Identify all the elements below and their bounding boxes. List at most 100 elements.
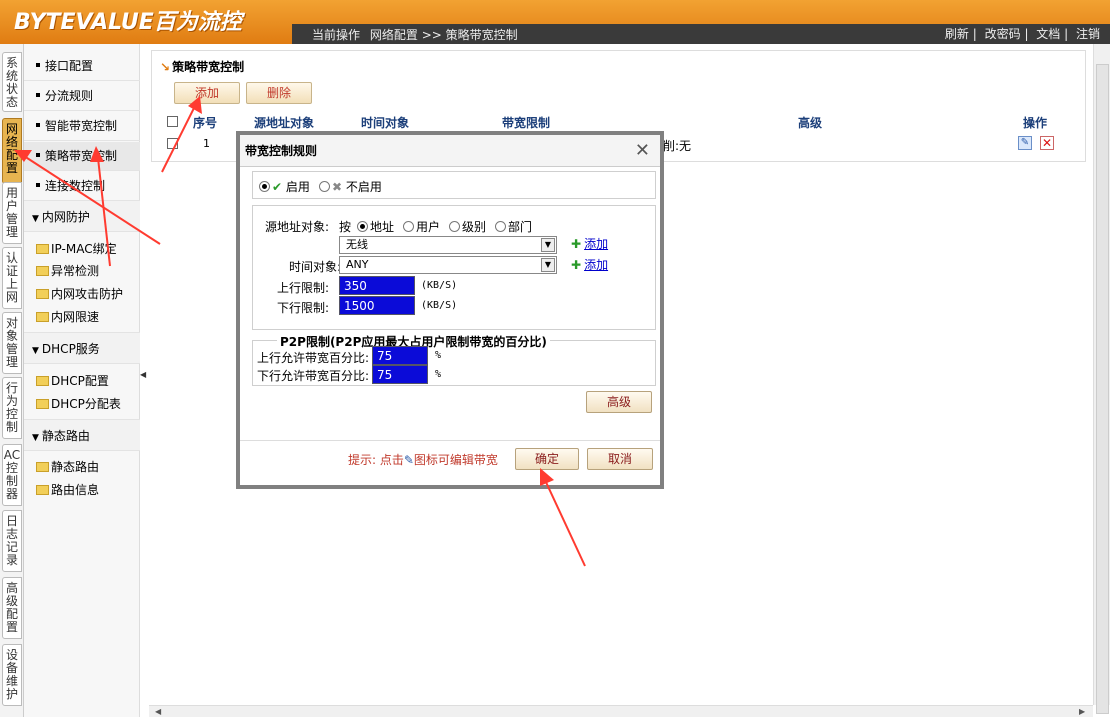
nav-sub-lan-attack-protection[interactable]: 内网攻击防护 <box>36 283 123 305</box>
refresh-link[interactable]: 刷新 <box>945 27 969 41</box>
nav-sub-dhcp-lease-table[interactable]: DHCP分配表 <box>36 393 121 415</box>
radio-button[interactable] <box>495 221 506 232</box>
advanced-button[interactable]: 高级 <box>586 391 652 413</box>
tab-object-management[interactable]: 对象管理 <box>2 312 22 374</box>
breadcrumb-separator: >> <box>421 28 442 42</box>
scroll-left-icon[interactable]: ◀ <box>155 707 161 716</box>
source-object-label: 源地址对象: <box>265 220 330 234</box>
col-bandwidth-limit: 带宽限制 <box>502 116 551 130</box>
add-time-object-link[interactable]: ✚ 添加 <box>571 256 608 273</box>
nav-group-label: 静态路由 <box>41 429 90 443</box>
disable-radio[interactable]: ✖ 不启用 <box>319 178 382 195</box>
dialog-title: 带宽控制规则 ✕ <box>240 135 660 167</box>
nav-sub-label: 静态路由 <box>51 460 100 474</box>
tab-user-management[interactable]: 用户管理 <box>2 182 22 244</box>
tab-auth-access[interactable]: 认证上网 <box>2 247 22 309</box>
download-limit-label: 下行限制: <box>277 301 330 315</box>
radio-button[interactable] <box>357 221 368 232</box>
logout-link[interactable]: 注销 <box>1076 27 1100 41</box>
p2p-download-input[interactable]: 75 <box>372 365 428 384</box>
add-button[interactable]: 添加 <box>174 82 240 104</box>
nav-sub-anomaly-detection[interactable]: 异常检测 <box>36 260 99 282</box>
row-partial-text: 削:无 <box>663 139 692 153</box>
p2p-upload-unit: % <box>435 350 442 361</box>
cancel-button[interactable]: 取消 <box>587 448 653 470</box>
nav-sub-lan-rate-limit[interactable]: 内网限速 <box>36 306 99 328</box>
nav-sub-static-route[interactable]: 静态路由 <box>36 456 99 478</box>
table-header: 序号 源地址对象 时间对象 带宽限制 高级 操作 <box>163 112 1077 132</box>
close-icon[interactable]: ✕ <box>635 142 650 160</box>
by-user-radio[interactable]: 用户 <box>403 218 440 235</box>
vertical-scrollbar[interactable] <box>1093 44 1110 714</box>
chevron-down-icon[interactable]: ▼ <box>541 238 555 252</box>
by-department-label: 部门 <box>508 220 533 234</box>
by-address-label: 地址 <box>370 220 395 234</box>
arrow-icon: ↘ <box>160 60 171 74</box>
docs-link[interactable]: 文档 <box>1036 27 1060 41</box>
edit-icon[interactable]: ✎ <box>1018 136 1032 150</box>
chevron-down-icon[interactable]: ▼ <box>541 258 555 272</box>
add-link-label: 添加 <box>584 258 609 272</box>
folder-icon <box>36 243 49 254</box>
source-object-select[interactable]: 无线 ▼ <box>339 236 557 254</box>
nav-item-label: 分流规则 <box>45 89 94 103</box>
scroll-right-icon[interactable]: ▶ <box>1079 707 1085 716</box>
folder-icon <box>36 288 49 299</box>
plus-icon: ✚ <box>571 237 582 251</box>
download-limit-input[interactable]: 1500 <box>339 296 415 315</box>
radio-button[interactable] <box>403 221 414 232</box>
by-department-radio[interactable]: 部门 <box>495 218 532 235</box>
by-level-radio[interactable]: 级别 <box>449 218 486 235</box>
p2p-upload-input[interactable]: 75 <box>372 346 428 365</box>
folder-icon <box>36 398 49 409</box>
time-object-label: 时间对象: <box>289 260 342 274</box>
download-limit-unit: (KB/S) <box>421 300 458 311</box>
nav-sub-ip-mac-binding[interactable]: IP-MAC绑定 <box>36 238 117 260</box>
nav-item-policy-bandwidth[interactable]: 策略带宽控制 <box>24 142 140 171</box>
upload-limit-input[interactable]: 350 <box>339 276 415 295</box>
confirm-button[interactable]: 确定 <box>515 448 579 470</box>
nav-group-label: 内网防护 <box>41 210 90 224</box>
add-source-object-link[interactable]: ✚ 添加 <box>571 235 608 252</box>
tab-network-config[interactable]: 网络配置 <box>2 118 22 184</box>
nav-group-lan-protection[interactable]: ▼ 内网防护 <box>24 200 140 232</box>
nav-item-traffic-rules[interactable]: 分流规则 <box>24 82 140 111</box>
nav-sub-route-info[interactable]: 路由信息 <box>36 479 99 501</box>
time-object-select[interactable]: ANY ▼ <box>339 256 557 274</box>
nav-item-interface-config[interactable]: 接口配置 <box>24 52 140 81</box>
tab-ac-controller[interactable]: AC控制器 <box>2 444 22 506</box>
nav-item-connection-limit[interactable]: 连接数控制 <box>24 172 140 201</box>
radio-button[interactable] <box>259 181 270 192</box>
tab-device-maintenance[interactable]: 设备维护 <box>2 644 22 706</box>
nav-group-static-route[interactable]: ▼ 静态路由 <box>24 419 140 451</box>
tab-system-status[interactable]: 系统状态 <box>2 52 22 112</box>
collapse-nav-icon[interactable]: ◀ <box>140 370 148 382</box>
triangle-down-icon: ▼ <box>32 346 39 356</box>
delete-button[interactable]: 删除 <box>246 82 312 104</box>
radio-button[interactable] <box>449 221 460 232</box>
nav-item-smart-bandwidth[interactable]: 智能带宽控制 <box>24 112 140 141</box>
rule-settings-fieldset: 源地址对象: 按 地址 用户 级别 部门 无线 ▼ ✚ 添加 时间对象: ANY ▼ … <box>252 205 656 330</box>
hint-suffix: 图标可编辑带宽 <box>413 453 498 467</box>
scrollbar-thumb[interactable] <box>1096 64 1109 714</box>
tab-log-records[interactable]: 日志记录 <box>2 510 22 572</box>
row-checkbox[interactable] <box>167 138 178 149</box>
breadcrumb-bar: 当前操作 网络配置 >> 策略带宽控制 刷新 | 改密码 | 文档 | 注销 <box>292 24 1110 44</box>
disable-label: 不启用 <box>345 180 382 194</box>
by-address-radio[interactable]: 地址 <box>357 218 394 235</box>
tab-advanced-config[interactable]: 高级配置 <box>2 577 22 639</box>
p2p-download-unit: % <box>435 369 442 380</box>
nav-sub-dhcp-config[interactable]: DHCP配置 <box>36 370 109 392</box>
radio-button[interactable] <box>319 181 330 192</box>
select-all-checkbox[interactable] <box>167 116 178 127</box>
nav-group-dhcp[interactable]: ▼ DHCP服务 <box>24 332 140 364</box>
col-advanced: 高级 <box>798 116 823 130</box>
horizontal-scrollbar[interactable]: ◀ ▶ <box>149 705 1093 717</box>
delete-icon[interactable]: ✕ <box>1040 136 1054 150</box>
tab-behavior-control[interactable]: 行为控制 <box>2 377 22 439</box>
change-password-link[interactable]: 改密码 <box>985 27 1021 41</box>
add-link-label: 添加 <box>584 237 609 251</box>
upload-limit-unit: (KB/S) <box>421 280 458 291</box>
enable-radio[interactable]: ✔ 启用 <box>259 178 310 195</box>
nav-sub-label: DHCP配置 <box>51 374 109 388</box>
